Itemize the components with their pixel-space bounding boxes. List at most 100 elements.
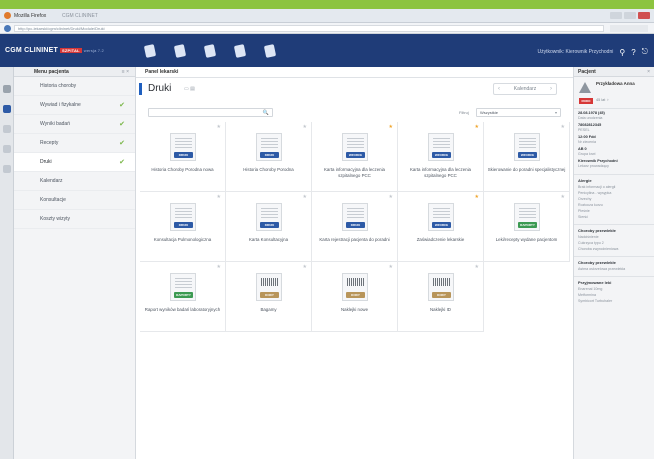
document-lines — [175, 208, 192, 218]
filter-select[interactable]: Wszystkie ▾ — [476, 108, 561, 117]
favorite-star-icon[interactable]: ★ — [389, 264, 393, 270]
print-form-name: Leki/recepty wydane pacjentom — [495, 237, 558, 242]
favorite-star-icon[interactable]: ★ — [561, 124, 565, 130]
print-form-name: Bagamy — [260, 307, 277, 312]
menu-item-label: Wyniki badań — [40, 121, 70, 127]
favorite-star-icon[interactable]: ★ — [303, 264, 307, 270]
section-entry: Symbicort Turbuhaler — [578, 299, 613, 303]
home-icon[interactable] — [3, 85, 11, 93]
print-form-card[interactable]: ★ RAPORTY Raport wyników badań laboratoryj… — [140, 262, 226, 332]
syringe-tool-icon[interactable] — [172, 44, 188, 58]
check-icon: ✔ — [119, 102, 125, 109]
search-icon[interactable]: ⚲ — [619, 48, 625, 57]
print-form-card[interactable]: ★ RAPORTY Leki/recepty wydane pacjentom — [484, 192, 570, 262]
stethoscope-tool-icon[interactable] — [262, 44, 278, 58]
document-tag: KODY — [432, 292, 451, 298]
favorite-star-icon[interactable]: ★ — [475, 194, 479, 200]
print-form-card[interactable]: ★ DRUKI Historia Choroby Porodna nowa — [140, 122, 226, 192]
patients-tool-icon[interactable] — [142, 44, 158, 58]
document-icon: WZORCE — [428, 203, 454, 231]
document-tag: KODY — [260, 292, 279, 298]
close-icon[interactable]: × — [647, 69, 650, 75]
patient-name[interactable]: Przykładowa Anna — [596, 81, 651, 86]
pager: ‹ Kalendarz › — [493, 83, 557, 95]
favorite-star-icon[interactable]: ★ — [303, 124, 307, 130]
favorite-star-icon[interactable]: ★ — [217, 194, 221, 200]
print-form-name: Naklejki ID — [430, 307, 451, 312]
section-entry: Astma oskrzelowa przewlekła — [578, 267, 626, 271]
print-form-card[interactable]: ★ WZORCE Karta informacyjna dla leczenia s… — [312, 122, 398, 192]
browser-tab[interactable]: CGM CLININET — [62, 13, 98, 19]
print-form-name: Skierowanie do poradni specjalistycznej — [487, 167, 566, 172]
url-field[interactable]: http://pc-lekarski/cgm/clininet/Druki/Mo… — [14, 25, 604, 32]
menu-item[interactable]: Konsultacje — [14, 191, 135, 210]
calendar-icon[interactable] — [3, 125, 11, 133]
icon-rail — [0, 67, 14, 459]
view-toggle[interactable]: ▭ ▤ — [184, 86, 195, 92]
maximize-button[interactable] — [624, 12, 636, 19]
document-icon: DRUKI — [170, 133, 196, 161]
print-form-card[interactable]: ★ DRUKI Historia Choroby Porodna — [226, 122, 312, 192]
brand-logo[interactable]: CGM CLININET SZPITAL wersja 7.2 — [5, 47, 104, 54]
pager-label[interactable]: Kalendarz — [504, 86, 546, 92]
pager-prev-button[interactable]: ‹ — [494, 86, 504, 92]
page-title: Druki — [148, 83, 172, 94]
favorite-star-icon[interactable]: ★ — [303, 194, 307, 200]
print-form-card[interactable]: ★ WZORCE Zaświadczenie lekarskie — [398, 192, 484, 262]
documents-icon[interactable] — [3, 165, 11, 173]
print-form-card[interactable]: ★ WZORCE Skierowanie do poradni specjalist… — [484, 122, 570, 192]
document-lines — [175, 278, 192, 288]
menu-item[interactable]: Wyniki badań ✔ — [14, 115, 135, 134]
print-form-card[interactable]: ★ WZORCE Karta informacyjna dla leczenia s… — [398, 122, 484, 192]
print-form-card[interactable]: ★ DRUKI Konsultacja Pulmonologiczna — [140, 192, 226, 262]
help-icon[interactable]: ? — [631, 48, 635, 57]
menu-item[interactable]: Wywiad i fizykalne ✔ — [14, 96, 135, 115]
favorite-star-icon[interactable]: ★ — [389, 124, 393, 130]
menu-item[interactable]: Historia choroby — [14, 77, 135, 96]
print-form-card[interactable]: ★ KODY Naklejki nowe — [312, 262, 398, 332]
menu-item-label: Koszty wizyty — [40, 216, 71, 222]
favorite-star-icon[interactable]: ★ — [389, 194, 393, 200]
favorite-star-icon[interactable]: ★ — [217, 124, 221, 130]
menu-item[interactable]: Kalendarz — [14, 172, 135, 191]
logout-icon[interactable]: ⎋ — [642, 47, 648, 57]
print-form-card[interactable]: ★ DRUKI Karta Konsultacyjna — [226, 192, 312, 262]
document-lines — [175, 138, 192, 148]
document-icon: RAPORTY — [170, 273, 196, 301]
menu-item[interactable]: Koszty wizyty — [14, 210, 135, 229]
search-rail-icon[interactable] — [3, 145, 11, 153]
detail-label: Lekarz prowadzący — [578, 164, 609, 168]
patient-summary: Przykładowa Anna RODO 45 lat ♀ — [574, 77, 654, 109]
favorite-star-icon[interactable]: ★ — [217, 264, 221, 270]
menu-item[interactable]: Recepty ✔ — [14, 134, 135, 153]
browser-toolbar-right[interactable] — [610, 25, 648, 32]
menu-item[interactable]: Druki ✔ — [14, 153, 135, 172]
filter-label: Filtruj — [459, 110, 469, 115]
search-input[interactable]: 🔍 — [148, 108, 273, 117]
favorite-star-icon[interactable]: ★ — [475, 124, 479, 130]
document-tag: RAPORTY — [518, 222, 537, 228]
doctor-tool-icon[interactable] — [232, 44, 248, 58]
favorite-star-icon[interactable]: ★ — [561, 194, 565, 200]
pager-next-button[interactable]: › — [546, 86, 556, 92]
search-field-icon[interactable]: 🔍 — [263, 110, 269, 116]
bottle-tool-icon[interactable] — [202, 44, 218, 58]
warning-icon — [579, 82, 591, 93]
print-form-card[interactable]: ★ KODY Bagamy — [226, 262, 312, 332]
back-button[interactable] — [4, 25, 11, 32]
document-tag: WZORCE — [432, 152, 451, 158]
print-form-card[interactable]: ★ KODY Naklejki ID — [398, 262, 484, 332]
patient-menu-list: Historia choroby Wywiad i fizykalne ✔ Wynik… — [14, 77, 135, 229]
minimize-button[interactable] — [610, 12, 622, 19]
print-form-name: Konsultacja Pulmonologiczna — [153, 237, 212, 242]
close-window-button[interactable] — [638, 12, 650, 19]
window-controls — [610, 12, 650, 19]
user-label[interactable]: Użytkownik: Kierownik Przychodni — [538, 49, 614, 55]
breadcrumb[interactable]: Panel lekarski — [145, 69, 178, 75]
print-form-card[interactable]: ★ DRUKI Karta rejestracji pacjenta do pora… — [312, 192, 398, 262]
print-form-name: Zaświadczenie lekarskie — [416, 237, 465, 242]
favorite-star-icon[interactable]: ★ — [475, 264, 479, 270]
patient-menu-controls[interactable]: ≡ × — [122, 69, 129, 75]
patient-menu-title: Menu pacjenta — [34, 69, 69, 75]
patient-icon[interactable] — [3, 105, 11, 113]
